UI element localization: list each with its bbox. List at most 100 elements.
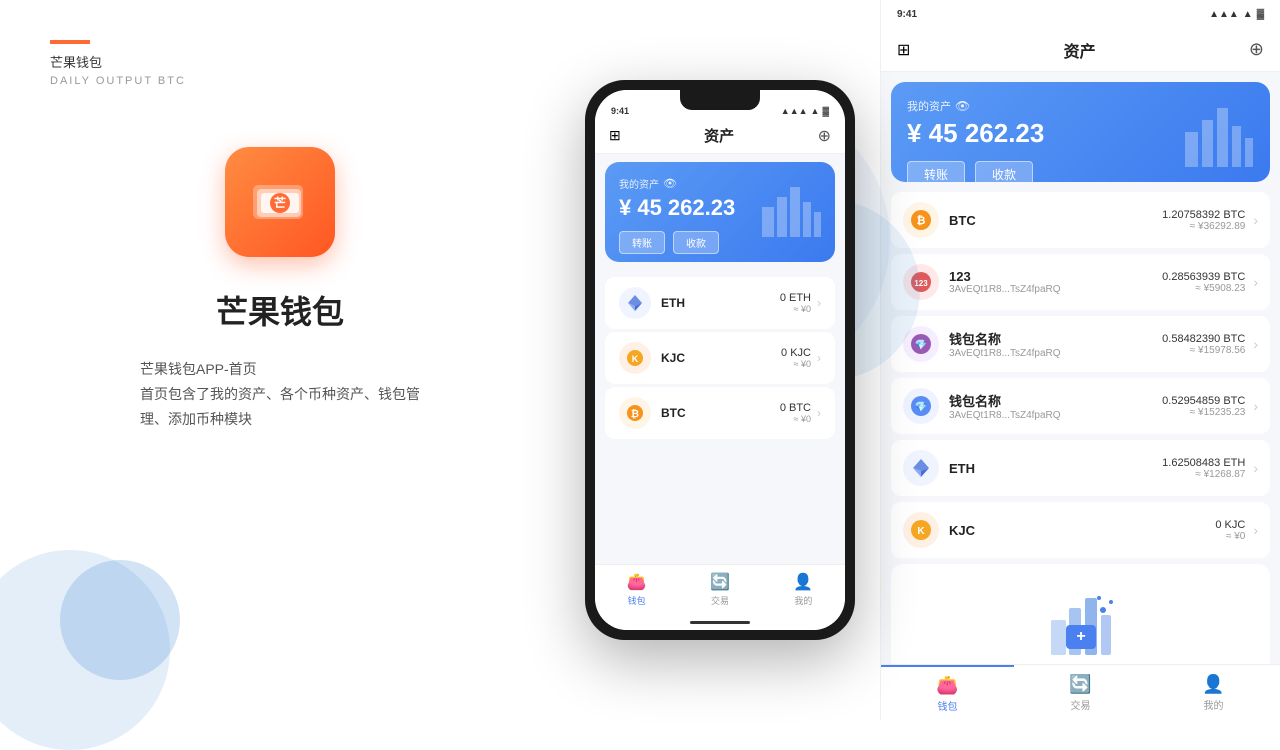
phone-header: ⊞ 资产 ⊕ — [595, 118, 845, 154]
wallet-tab-label: 钱包 — [628, 594, 646, 607]
signal-icon: ▲▲▲ — [781, 106, 808, 116]
btc-icon: ₿ — [619, 397, 651, 429]
right-kjc-info: KJC — [949, 523, 1215, 538]
svg-text:芒: 芒 — [274, 195, 286, 210]
right-header: ⊞ 资产 ⊕ — [881, 28, 1280, 72]
phone-tab-mine[interactable]: 👤 我的 — [762, 565, 845, 614]
right-receive-button[interactable]: 收款 — [975, 161, 1033, 182]
brand-subtitle: DAILY OUTPUT BTC — [50, 75, 510, 87]
btc-amount: 0 BTC ≈ ¥0 — [780, 402, 811, 424]
right-123-info: 123 3AvEQt1R8...TsZ4fpaRQ — [949, 269, 1162, 295]
right-mine-tab-label: 我的 — [1204, 697, 1224, 712]
right-mine-tab-icon: 👤 — [1202, 674, 1224, 695]
phone-tab-trade[interactable]: 🔄 交易 — [678, 565, 761, 614]
svg-text:₿: ₿ — [917, 215, 926, 227]
right-transfer-button[interactable]: 转账 — [907, 161, 965, 182]
right-btc-name: BTC — [949, 213, 1162, 228]
right-coin-wallet1[interactable]: 💎 钱包名称 3AvEQt1R8...TsZ4fpaRQ 0.58482390 … — [891, 316, 1270, 372]
receive-button[interactable]: 收款 — [673, 231, 719, 254]
svg-text:K: K — [632, 354, 639, 364]
right-wallet1-info: 钱包名称 3AvEQt1R8...TsZ4fpaRQ — [949, 329, 1162, 359]
coin-item-eth[interactable]: ETH 0 ETH ≈ ¥0 › — [605, 277, 835, 329]
svg-text:💎: 💎 — [915, 339, 927, 351]
trade-tab-label: 交易 — [711, 594, 729, 607]
desc-line1: 芒果钱包APP-首页 — [140, 361, 257, 377]
right-wallet2-name: 钱包名称 — [949, 391, 1162, 410]
right-123-name: 123 — [949, 269, 1162, 284]
right-kjc-amount: 0 KJC ≈ ¥0 — [1215, 519, 1245, 542]
coin-list: ETH 0 ETH ≈ ¥0 › K KJC — [595, 270, 845, 564]
right-wallet2-icon: 💎 — [903, 388, 939, 424]
coin-item-btc[interactable]: ₿ BTC 0 BTC ≈ ¥0 › — [605, 387, 835, 439]
phone-tabs: 👛 钱包 🔄 交易 👤 我的 — [595, 564, 845, 614]
phone-status-icons: ▲▲▲ ▲ ▓ — [781, 106, 829, 116]
wallet-tab-icon: 👛 — [627, 572, 647, 592]
right-wallet2-arrow: › — [1253, 398, 1258, 414]
mine-tab-icon: 👤 — [793, 572, 813, 592]
right-wifi-icon: ▲ — [1243, 9, 1253, 20]
right-wallet-tab-icon: 👛 — [936, 675, 958, 696]
right-tabs: 👛 钱包 🔄 交易 👤 我的 — [881, 664, 1280, 720]
phone-header-title: 资产 — [704, 125, 734, 146]
right-wallet1-amount: 0.58482390 BTC ≈ ¥15978.56 — [1162, 333, 1245, 356]
btc-name: BTC — [661, 406, 780, 420]
phone-notch — [680, 90, 760, 110]
right-content: 我的资产 👁 ¥ 45 262.23 转账 收款 ₿ BTC — [881, 72, 1280, 664]
right-coin-wallet2[interactable]: 💎 钱包名称 3AvEQt1R8...TsZ4fpaRQ 0.52954859 … — [891, 378, 1270, 434]
svg-text:💎: 💎 — [915, 401, 927, 413]
right-btc-arrow: › — [1253, 212, 1258, 228]
right-tab-wallet[interactable]: 👛 钱包 — [881, 665, 1014, 720]
desc-line3: 理、添加币种模块 — [140, 411, 252, 427]
wifi-icon: ▲ — [811, 106, 820, 116]
right-tab-trade[interactable]: 🔄 交易 — [1014, 665, 1147, 720]
right-123-arrow: › — [1253, 274, 1258, 290]
right-coin-kjc[interactable]: K KJC 0 KJC ≈ ¥0 › — [891, 502, 1270, 558]
right-signal-icon: ▲▲▲ — [1209, 9, 1239, 20]
right-eth-name: ETH — [949, 461, 1162, 476]
transfer-button[interactable]: 转账 — [619, 231, 665, 254]
phone-inner: 9:41 ▲▲▲ ▲ ▓ ⊞ 资产 ⊕ 我的资产 👁 — [595, 90, 845, 630]
right-battery-icon: ▓ — [1257, 9, 1264, 20]
right-panel: 9:41 ▲▲▲ ▲ ▓ ⊞ 资产 ⊕ 我的资产 👁 ¥ 45 262.23 转… — [880, 0, 1280, 720]
brand-name-small: 芒果钱包 — [50, 52, 510, 71]
decorative-blob2 — [60, 560, 180, 680]
right-tab-mine[interactable]: 👤 我的 — [1147, 665, 1280, 720]
btc-arrow: › — [817, 406, 821, 420]
right-header-title: 资产 — [1064, 38, 1096, 62]
right-coin-123[interactable]: 123 123 3AvEQt1R8...TsZ4fpaRQ 0.28563939… — [891, 254, 1270, 310]
eth-prompt: + 请先创建或导入ETH钱包 创建 导入 — [891, 564, 1270, 664]
phone-home-indicator — [595, 614, 845, 630]
right-kjc-arrow: › — [1253, 522, 1258, 538]
app-title: 芒果钱包 — [50, 287, 510, 333]
eye-icon[interactable]: 👁 — [663, 177, 677, 190]
right-wallet2-info: 钱包名称 3AvEQt1R8...TsZ4fpaRQ — [949, 391, 1162, 421]
trade-tab-icon: 🔄 — [710, 572, 730, 592]
kjc-icon: K — [619, 342, 651, 374]
right-status-bar: 9:41 ▲▲▲ ▲ ▓ — [881, 0, 1280, 28]
svg-text:₿: ₿ — [631, 408, 639, 420]
home-bar — [690, 621, 750, 624]
right-wallet1-addr: 3AvEQt1R8...TsZ4fpaRQ — [949, 348, 1162, 359]
phone-tab-wallet[interactable]: 👛 钱包 — [595, 565, 678, 614]
left-panel: 芒果钱包 DAILY OUTPUT BTC 芒 芒果钱包 芒果钱包APP-首页 … — [0, 0, 560, 720]
brand-line — [50, 40, 90, 44]
right-wallet1-arrow: › — [1253, 336, 1258, 352]
eth-icon — [619, 287, 651, 319]
right-eth-icon — [903, 450, 939, 486]
app-desc: 芒果钱包APP-首页 首页包含了我的资产、各个币种资产、钱包管 理、添加币种模块 — [140, 357, 420, 433]
right-eye-icon[interactable]: 👁 — [955, 99, 970, 113]
menu-icon[interactable]: ⊞ — [609, 127, 621, 144]
right-coin-eth[interactable]: ETH 1.62508483 ETH ≈ ¥1268.87 › — [891, 440, 1270, 496]
phone-time: 9:41 — [611, 106, 629, 116]
right-btc-icon: ₿ — [903, 202, 939, 238]
kjc-name: KJC — [661, 351, 781, 365]
right-add-icon[interactable]: ⊕ — [1249, 39, 1264, 60]
right-eth-arrow: › — [1253, 460, 1258, 476]
add-icon[interactable]: ⊕ — [818, 126, 831, 146]
coin-item-kjc[interactable]: K KJC 0 KJC ≈ ¥0 › — [605, 332, 835, 384]
right-wallet2-addr: 3AvEQt1R8...TsZ4fpaRQ — [949, 410, 1162, 421]
right-trade-tab-icon: 🔄 — [1069, 674, 1091, 695]
right-menu-icon[interactable]: ⊞ — [897, 40, 910, 60]
right-coin-btc[interactable]: ₿ BTC 1.20758392 BTC ≈ ¥36292.89 › — [891, 192, 1270, 248]
phone-outer: 9:41 ▲▲▲ ▲ ▓ ⊞ 资产 ⊕ 我的资产 👁 — [585, 80, 855, 640]
